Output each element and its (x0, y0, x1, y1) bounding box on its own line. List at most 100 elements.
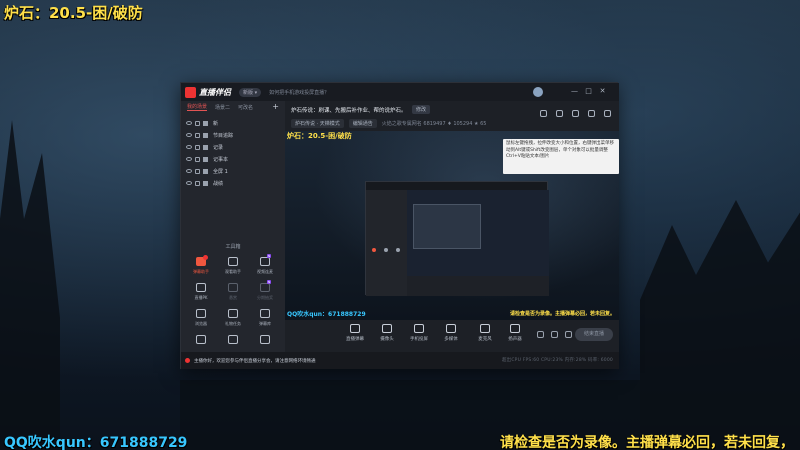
notification-dot (203, 255, 208, 260)
eye-icon[interactable] (186, 157, 192, 161)
eye-icon[interactable] (186, 181, 192, 185)
source-name: 战绩 (213, 180, 224, 187)
tool-video-link[interactable]: N 视频连麦 (249, 254, 281, 275)
camera-button[interactable]: 摄像头 (371, 324, 403, 342)
danmu-lib-icon (260, 309, 270, 318)
lock-icon[interactable] (195, 168, 200, 174)
source-item[interactable]: 战绩 (181, 177, 285, 189)
tool-danmu-lib[interactable]: 弹幕库 (249, 309, 281, 327)
tool-label: 弹幕助手 (193, 269, 209, 274)
source-item[interactable]: 节目追踪 (181, 129, 285, 141)
source-list: 新 节目追踪 记录 记事本 全屏 1 战绩 (181, 117, 285, 189)
tool-label: 悬赏 (229, 295, 237, 300)
live-danmu-button[interactable]: 直播弹幕 (339, 324, 371, 342)
app-logo: 直播伴侣 (185, 86, 231, 98)
media-button[interactable]: 多媒体 (435, 324, 467, 342)
control-bar: 直播弹幕 摄像头 手机投屏 多媒体 麦克风 扬声器 结束直播 (285, 320, 619, 352)
record-icon (196, 335, 206, 344)
app-name: 直播伴侣 (199, 87, 231, 97)
go-live-button[interactable]: 结束直播 (575, 328, 613, 341)
live-companion-window: 直播伴侣 新版 ▾ 如何把手机游戏投屏直播？ — □ ✕ 我的场景 场景二 可改… (180, 82, 619, 369)
tool-danmu-assistant[interactable]: 弹幕助手 (185, 255, 217, 275)
source-item[interactable]: 记事本 (181, 153, 285, 165)
tool-live-pk[interactable]: 直播PK (185, 283, 217, 301)
toolbox-grid: 弹幕助手 观看助手 N 视频连麦 直播PK 悬赏 N 分期抽奖 浏览器 礼物任务 弹… (185, 254, 281, 344)
edit-notice-button[interactable]: 编辑通告 (348, 119, 377, 128)
add-scene-button[interactable]: + (272, 102, 279, 111)
speaker-button[interactable]: 扬声器 (499, 324, 531, 342)
source-type-icon (203, 168, 208, 174)
nested-preview-window (365, 181, 549, 296)
minimize-button[interactable]: — (570, 86, 579, 97)
control-label: 手机投屏 (410, 337, 428, 342)
notice-link[interactable]: 如何把手机游戏投屏直播？ (269, 89, 329, 96)
lock-icon[interactable] (195, 144, 200, 150)
reward-icon (228, 283, 238, 292)
room-meta: 炉石传说 · 天梯模式 编辑通告 火焰之歌专属网名 6819497 ♦ 1052… (291, 119, 486, 128)
lock-icon[interactable] (195, 132, 200, 138)
lock-icon[interactable] (195, 180, 200, 186)
preview-tooltip: 鼠标左键拖拽，拉伸改变大小和位置，右键弹出菜单移动到Alt键或Shift改变图层… (503, 139, 619, 174)
alert-icon (185, 358, 190, 363)
desktop-background: 炉石：20.5-困/破防 QQ吹水qun：671888729 请检查是否为录像。… (0, 0, 800, 450)
settings-icon[interactable] (565, 331, 572, 338)
tool-browser[interactable]: 浏览器 (185, 309, 217, 327)
tool-share[interactable] (249, 335, 281, 344)
lock-icon[interactable] (195, 156, 200, 162)
source-item[interactable]: 全屏 1 (181, 165, 285, 177)
tree-silhouette-right (640, 200, 800, 450)
tab-scene-3[interactable]: 可改名 (238, 104, 253, 111)
close-button[interactable]: ✕ (598, 86, 607, 97)
speaker-icon (510, 324, 520, 333)
settings-icon[interactable] (572, 110, 579, 117)
source-name: 新 (213, 120, 219, 127)
title-bar[interactable]: 直播伴侣 新版 ▾ 如何把手机游戏投屏直播？ — □ ✕ (181, 83, 619, 101)
tool-download[interactable] (217, 335, 249, 344)
source-item[interactable]: 新 (181, 117, 285, 129)
source-name: 全屏 1 (213, 168, 228, 175)
mic-button[interactable]: 麦克风 (469, 324, 501, 342)
source-name: 记录 (213, 144, 224, 151)
preview-qq-overlay: QQ吹水qun：671888729 (287, 311, 366, 318)
status-bar: 主播你好，欢迎您参与伴侣直播分享会，请注意网络环境畅通 超出CPU FPS:60… (181, 352, 619, 369)
source-item[interactable]: 记录 (181, 141, 285, 153)
eye-icon[interactable] (186, 121, 192, 125)
phone-cast-button[interactable]: 手机投屏 (403, 324, 435, 342)
preview-title-overlay: 炉石：20.5-困/破防 (287, 132, 352, 140)
maximize-button[interactable]: □ (584, 86, 593, 97)
source-type-icon (203, 120, 208, 126)
category-selector[interactable]: 炉石传说 · 天梯模式 (291, 119, 344, 128)
screenshot-icon[interactable] (540, 110, 547, 117)
bell-icon[interactable] (588, 110, 595, 117)
tool-reward[interactable]: 悬赏 (217, 283, 249, 301)
lock-icon[interactable] (556, 110, 563, 117)
tool-gift-task[interactable]: 礼物任务 (217, 309, 249, 327)
tool-lottery[interactable]: N 分期抽奖 (249, 280, 281, 301)
qq-group-overlay: QQ吹水qun：671888729 (4, 435, 188, 450)
eye-icon[interactable] (186, 145, 192, 149)
status-message: 主播你好，欢迎您参与伴侣直播分享会，请注意网络环境畅通 (194, 358, 316, 364)
eye-icon[interactable] (186, 133, 192, 137)
nested-tool-dot (384, 248, 388, 252)
visibility-icon[interactable] (551, 331, 558, 338)
download-icon (228, 335, 238, 344)
version-dropdown[interactable]: 新版 ▾ (239, 87, 262, 97)
tool-label: 视频连麦 (257, 269, 273, 274)
tree-silhouette-left (0, 120, 60, 450)
tool-viewer-assistant[interactable]: 观看助手 (217, 257, 249, 275)
eye-icon[interactable] (186, 169, 192, 173)
record-toggle-icon[interactable] (537, 331, 544, 338)
tool-record[interactable] (185, 335, 217, 344)
share-icon[interactable] (604, 110, 611, 117)
tool-label: 直播PK (194, 295, 208, 300)
tab-scene-2[interactable]: 场景二 (215, 104, 230, 111)
source-name: 记事本 (213, 156, 229, 163)
nested-title-bar (366, 182, 547, 190)
tab-scene-1[interactable]: 我的场景 (187, 103, 208, 111)
recording-warning-overlay: 请检查是否为录像。主播弹幕必回，若未回复， (500, 435, 794, 450)
stream-preview[interactable]: 炉石：20.5-困/破防 鼠标左键拖拽，拉伸改变大小和位置，右键弹出菜单移动到A… (285, 131, 619, 320)
lock-icon[interactable] (195, 120, 200, 126)
user-avatar[interactable] (533, 87, 543, 97)
browser-icon (196, 309, 206, 318)
edit-title-button[interactable]: 修改 (412, 105, 431, 114)
